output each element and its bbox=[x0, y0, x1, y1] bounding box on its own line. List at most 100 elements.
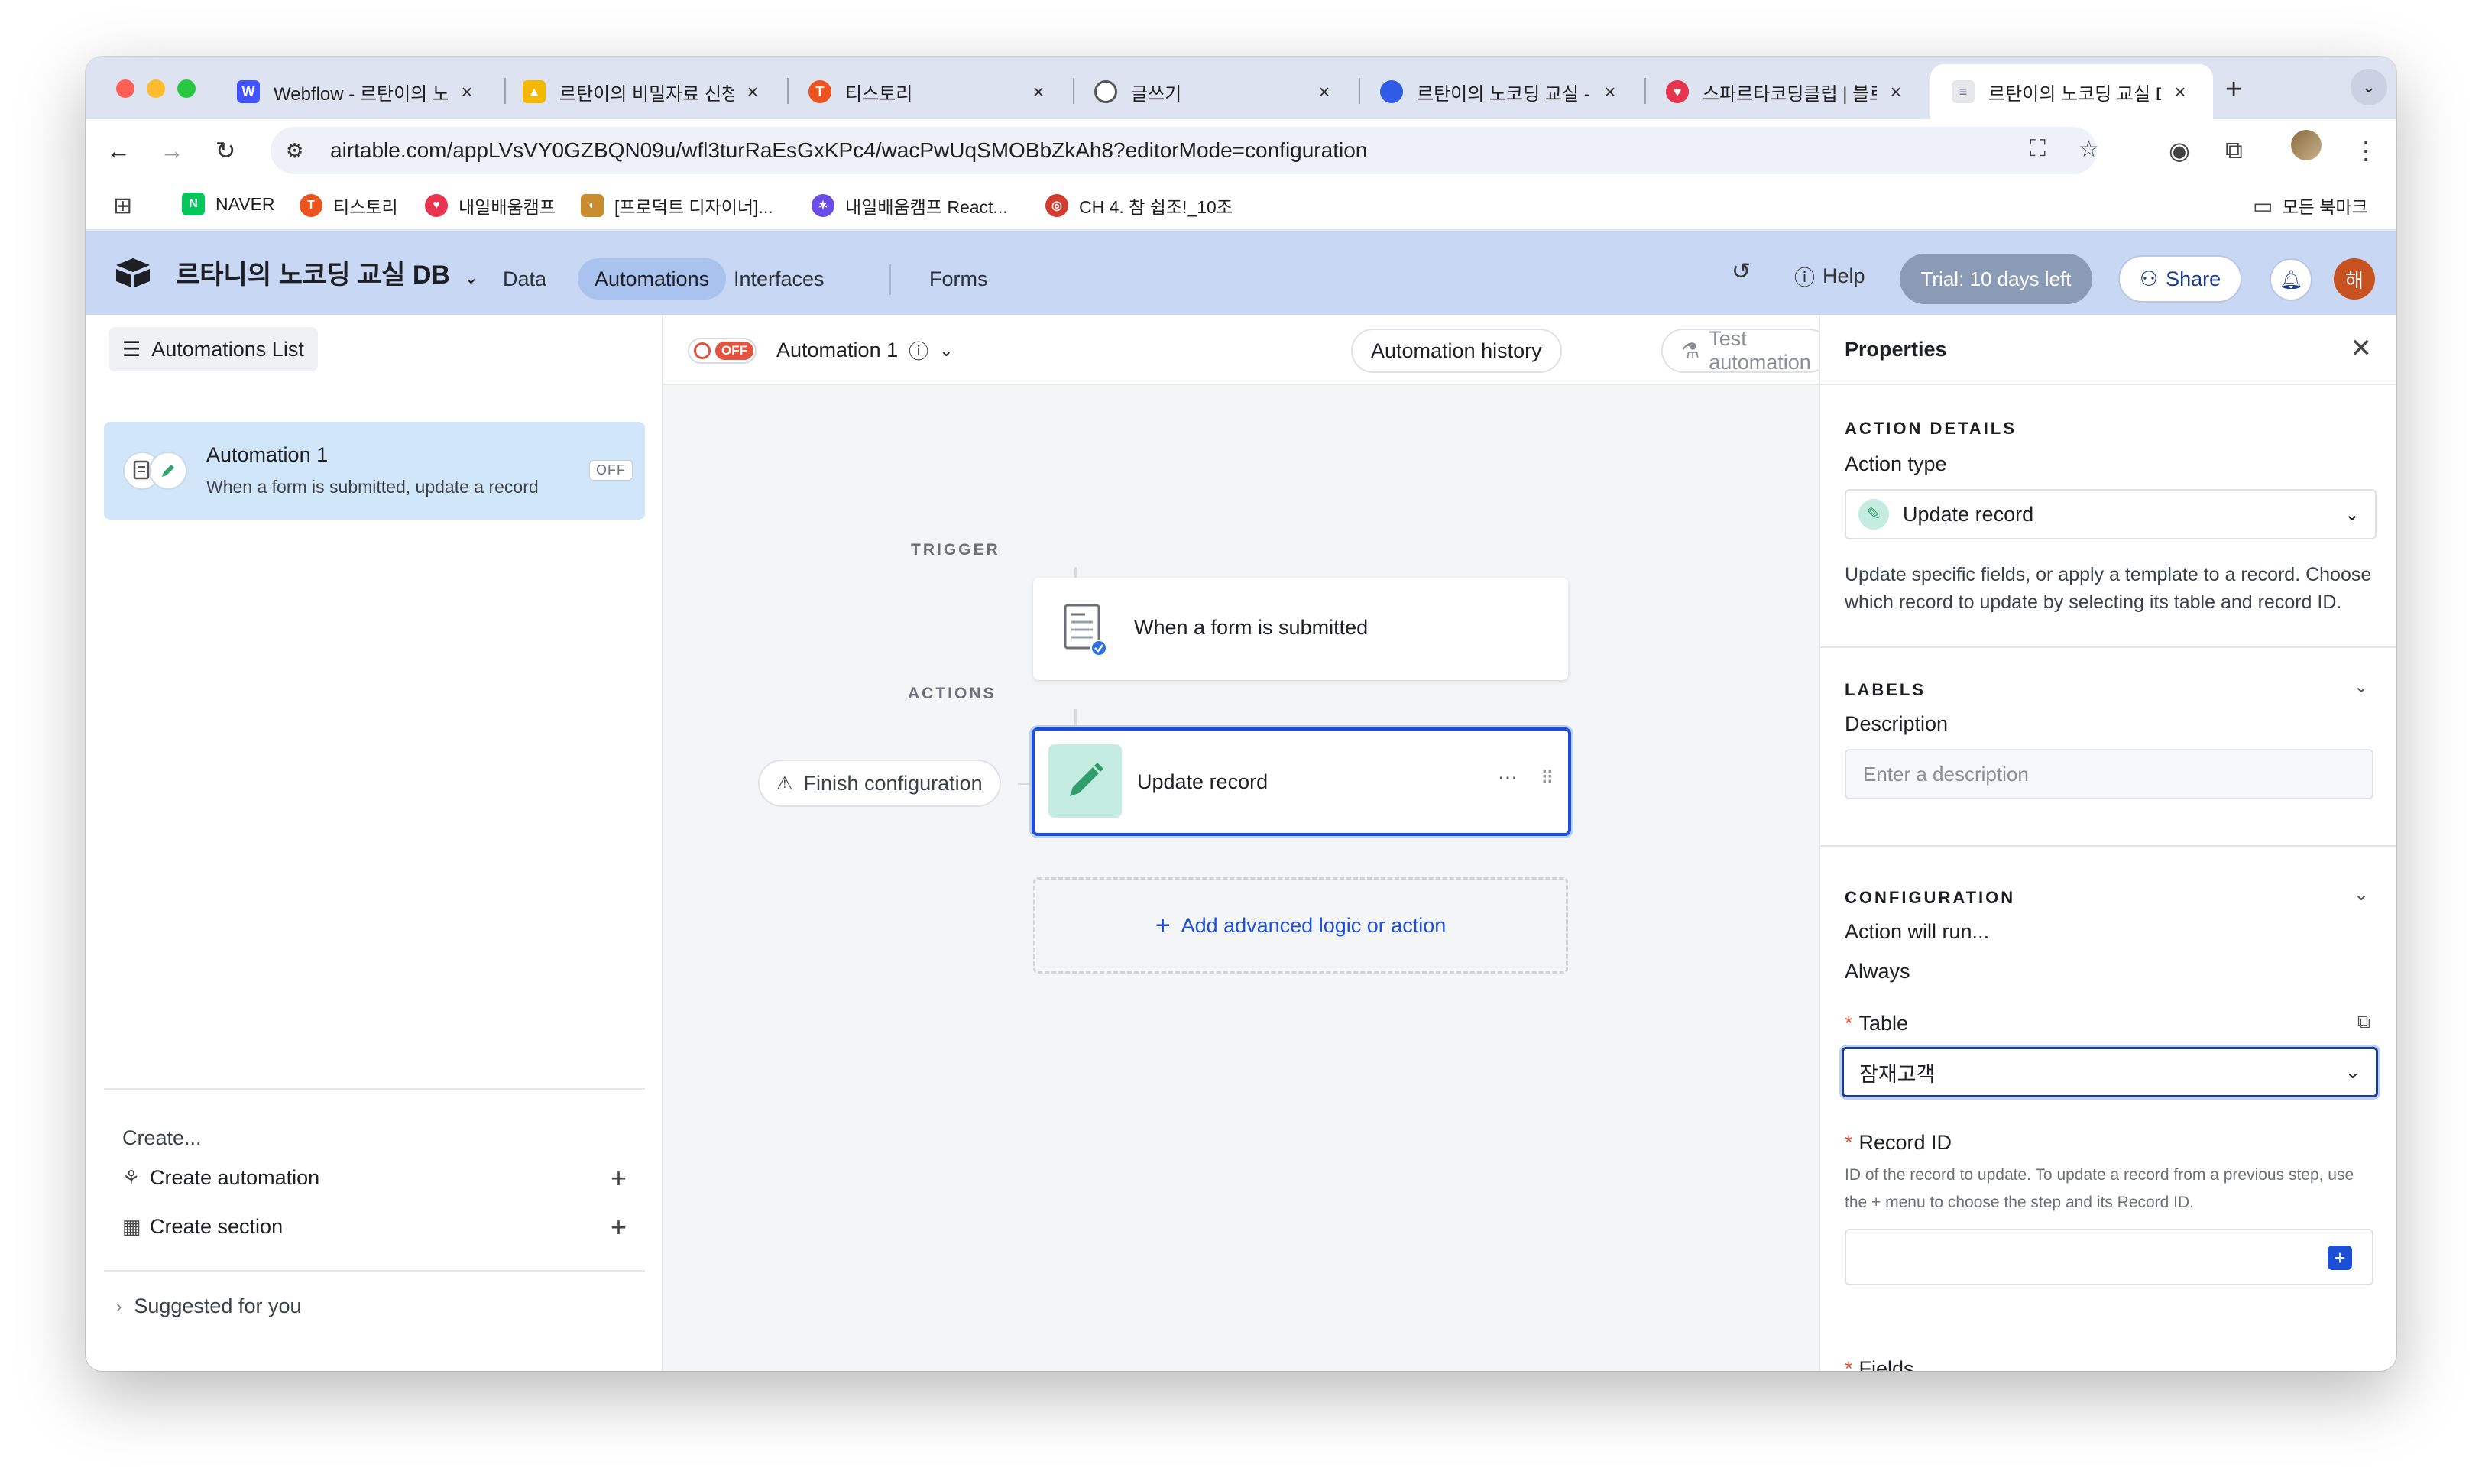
app-header: 르타니의 노코딩 교실 DB ⌄ Data Automations Interf… bbox=[86, 231, 2396, 315]
plus-icon[interactable]: + bbox=[2328, 1246, 2352, 1270]
description-input[interactable]: Enter a description bbox=[1845, 749, 2373, 799]
browser-tab[interactable]: ♥ 스파르타코딩클럽 | 블로 × bbox=[1644, 64, 1929, 119]
forward-icon[interactable]: → bbox=[154, 133, 190, 168]
tab-automations[interactable]: Automations bbox=[578, 258, 727, 300]
maximize-window-button[interactable] bbox=[177, 79, 196, 98]
airtable-logo-icon[interactable] bbox=[115, 257, 151, 289]
browser-tab[interactable]: T 티스토리 × bbox=[787, 64, 1071, 119]
automation-icons bbox=[123, 452, 187, 490]
bookmark-item[interactable]: ◎ CH 4. 참 쉽조!_10조 bbox=[1045, 193, 1233, 219]
naver-icon: N bbox=[182, 193, 205, 215]
webflow-icon: W bbox=[237, 80, 260, 103]
browser-tab[interactable]: 르탄이의 노코딩 교실 - × bbox=[1359, 64, 1643, 119]
close-tab-icon[interactable]: × bbox=[1599, 80, 1622, 104]
camera-icon[interactable]: ◉ bbox=[2169, 136, 2190, 165]
action-type-select[interactable]: ✎ Update record ⌄ bbox=[1845, 489, 2377, 539]
close-window-button[interactable] bbox=[116, 79, 134, 98]
user-avatar[interactable]: 해 bbox=[2334, 258, 2375, 300]
bookmark-item[interactable]: ♥ 내일배움캠프 bbox=[425, 193, 556, 219]
chevron-down-icon: ⌄ bbox=[2344, 504, 2360, 525]
run-condition-value: Always bbox=[1845, 960, 1910, 983]
trial-button[interactable]: Trial: 10 days left bbox=[1900, 254, 2092, 304]
bookmark-item[interactable]: ✶ 내일배움캠프 React... bbox=[812, 193, 1008, 219]
reload-icon[interactable]: ↻ bbox=[208, 133, 243, 168]
back-icon[interactable]: ← bbox=[101, 133, 136, 168]
automations-list-button[interactable]: ☰ Automations List bbox=[109, 327, 318, 371]
plus-icon[interactable]: + bbox=[611, 1162, 627, 1194]
minimize-window-button[interactable] bbox=[147, 79, 165, 98]
tab-search-button[interactable]: ⌄ bbox=[2351, 69, 2387, 105]
labels-heading: LABELS bbox=[1845, 680, 1926, 699]
close-tab-icon[interactable]: × bbox=[1884, 80, 1907, 104]
close-tab-icon[interactable]: × bbox=[741, 80, 764, 104]
browser-tab[interactable]: W Webflow - 르탄이의 노 × bbox=[215, 64, 500, 119]
bell-icon[interactable]: 🔔︎ bbox=[2270, 258, 2312, 301]
table-select[interactable]: 잠재고객 ⌄ bbox=[1842, 1047, 2378, 1097]
site-settings-icon[interactable]: ⚙ bbox=[286, 139, 313, 163]
chevron-down-icon[interactable]: ⌄ bbox=[2354, 676, 2369, 698]
help-button[interactable]: ⓘ Help bbox=[1794, 261, 1865, 291]
record-id-label: * Record ID bbox=[1845, 1131, 1952, 1154]
expand-icon[interactable]: ⧉ bbox=[2357, 1012, 2370, 1033]
close-tab-icon[interactable]: × bbox=[1027, 80, 1050, 104]
translate-icon[interactable]: ⛶ bbox=[2030, 136, 2046, 162]
tab-interfaces[interactable]: Interfaces bbox=[717, 258, 841, 300]
warning-icon: ⚠ bbox=[776, 773, 793, 794]
bookmark-star-icon[interactable]: ☆ bbox=[2079, 136, 2099, 163]
blue-circle-icon bbox=[1380, 80, 1403, 103]
table-label: * Table bbox=[1845, 1012, 1909, 1035]
bookmark-item[interactable]: ◐ [프로덕트 디자이너]... bbox=[581, 193, 773, 219]
palette-icon: ◐ bbox=[581, 194, 604, 217]
history-icon[interactable]: ↺ bbox=[1732, 258, 1751, 285]
all-bookmarks[interactable]: ▭ 모든 북마크 bbox=[2253, 193, 2368, 219]
plus-icon[interactable]: + bbox=[611, 1211, 627, 1243]
share-button[interactable]: ⚇ Share bbox=[2118, 255, 2242, 303]
address-bar[interactable]: ⚙ airtable.com/appLVsVY0GZBQN09u/wfl3tur… bbox=[271, 127, 2099, 174]
url-text[interactable]: airtable.com/appLVsVY0GZBQN09u/wfl3turRa… bbox=[330, 138, 1367, 163]
finish-configuration-badge[interactable]: ⚠ Finish configuration bbox=[758, 760, 1001, 807]
react-icon: ✶ bbox=[812, 194, 834, 217]
tab-data[interactable]: Data bbox=[486, 258, 563, 300]
doc-icon: ≡ bbox=[1952, 80, 1975, 103]
extensions-icon[interactable]: ⧉ bbox=[2225, 136, 2243, 165]
target-icon: ◎ bbox=[1045, 194, 1068, 217]
record-id-input[interactable]: + bbox=[1845, 1229, 2373, 1285]
users-icon: ⚇ bbox=[2139, 267, 2159, 290]
bookmark-item[interactable]: T 티스토리 bbox=[300, 193, 398, 219]
automation-title[interactable]: Automation 1 ⓘ ⌄ bbox=[776, 336, 954, 365]
add-advanced-logic-button[interactable]: + Add advanced logic or action bbox=[1033, 877, 1568, 974]
tab-strip: W Webflow - 르탄이의 노 × ▲ 르탄이의 비밀자료 신청 × T … bbox=[86, 57, 2396, 119]
browser-tab[interactable]: 글쓰기 × bbox=[1073, 64, 1357, 119]
trigger-card[interactable]: When a form is submitted bbox=[1033, 578, 1568, 680]
browser-menu-icon[interactable]: ⋮ bbox=[2354, 136, 2378, 165]
browser-tab-active[interactable]: ≡ 르탄이의 노코딩 교실 DB × bbox=[1930, 64, 2213, 119]
profile-avatar[interactable] bbox=[2291, 130, 2322, 160]
create-automation-button[interactable]: ⚘ Create automation + bbox=[122, 1162, 627, 1194]
close-tab-icon[interactable]: × bbox=[1313, 80, 1336, 104]
airtable-icon: ▲ bbox=[523, 80, 546, 103]
drag-handle-icon[interactable]: ⠿ bbox=[1541, 767, 1554, 789]
action-card-update-record[interactable]: Update record ⋯ ⠿ bbox=[1032, 727, 1571, 836]
close-icon[interactable]: ✕ bbox=[2351, 333, 2373, 364]
heart-code-icon: ♥ bbox=[425, 194, 448, 217]
tab-forms[interactable]: Forms bbox=[912, 258, 1005, 300]
apps-grid-icon[interactable]: ⊞ bbox=[113, 193, 132, 219]
action-details-heading: ACTION DETAILS bbox=[1845, 419, 2017, 438]
base-name[interactable]: 르타니의 노코딩 교실 DB ⌄ bbox=[176, 254, 479, 291]
suggested-for-you[interactable]: › Suggested for you bbox=[116, 1294, 301, 1318]
browser-tab[interactable]: ▲ 르탄이의 비밀자료 신청 × bbox=[501, 64, 786, 119]
bookmark-item[interactable]: N NAVER bbox=[182, 193, 275, 215]
automation-toggle[interactable]: OFF bbox=[688, 338, 757, 364]
automation-list-item[interactable]: Automation 1 When a form is submitted, u… bbox=[104, 422, 645, 520]
close-tab-icon[interactable]: × bbox=[2169, 80, 2192, 104]
chevron-down-icon[interactable]: ⌄ bbox=[2354, 883, 2369, 906]
flask-icon: ⚗ bbox=[1681, 339, 1700, 362]
new-tab-button[interactable]: + bbox=[2225, 73, 2242, 106]
create-section-button[interactable]: ▦ Create section + bbox=[122, 1211, 627, 1243]
more-options-icon[interactable]: ⋯ bbox=[1498, 766, 1518, 789]
trigger-label: TRIGGER bbox=[911, 541, 1000, 559]
test-automation-button[interactable]: ⚗ Test automation bbox=[1661, 327, 1831, 374]
properties-title: Properties bbox=[1845, 338, 1947, 361]
automation-history-button[interactable]: Automation history bbox=[1351, 329, 1562, 373]
close-tab-icon[interactable]: × bbox=[455, 80, 478, 104]
